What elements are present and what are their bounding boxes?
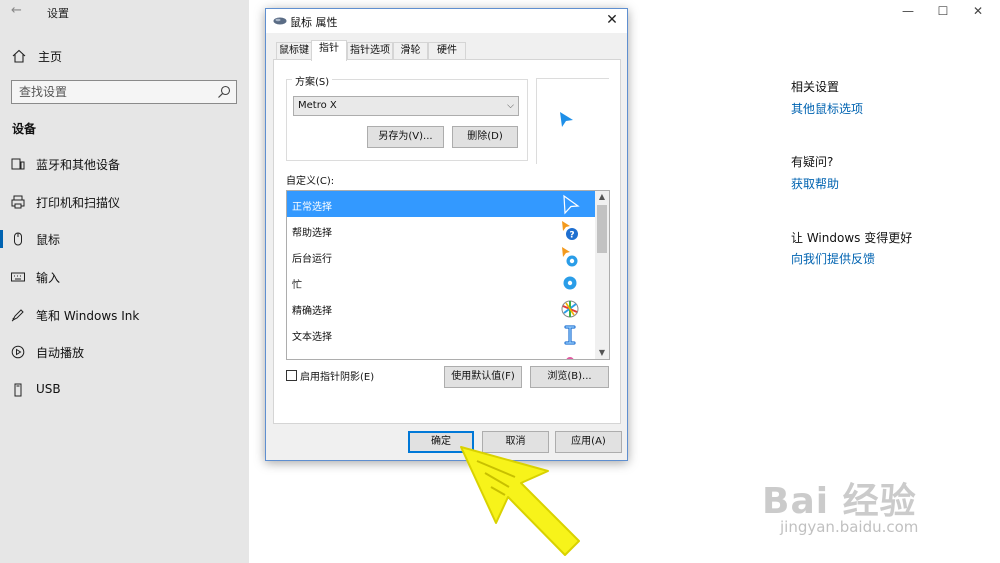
sidebar-item-label: 打印机和扫描仪 <box>36 196 121 210</box>
save-as-button[interactable]: 另存为(V)... <box>367 126 444 148</box>
cursor-name: 正常选择 <box>292 202 332 213</box>
watermark-logo: Bai 经验 <box>762 481 917 522</box>
pointers-tab-panel: 方案(S) Metro X ⌵ 另存为(V)... 删除(D) 自定义(C): … <box>273 59 621 424</box>
sidebar-item-label: 笔和 Windows Ink <box>36 309 140 323</box>
app-title: 设置 <box>47 7 69 20</box>
sidebar-item-label: 鼠标 <box>36 233 61 247</box>
scheme-group <box>286 79 528 161</box>
scheme-label: 方案(S) <box>292 73 333 88</box>
cursor-name: 精确选择 <box>292 306 332 317</box>
list-item[interactable]: 精确选择 <box>287 295 595 321</box>
sidebar-item-label: 自动播放 <box>36 346 85 360</box>
baidu-watermark: Bai 经验 jingyan.baidu.com <box>762 458 962 538</box>
dialog-titlebar[interactable]: 鼠标 属性 ✕ <box>266 9 627 33</box>
help-heading: 有疑问? <box>791 155 834 169</box>
usb-icon <box>14 383 22 397</box>
text-cursor-icon <box>564 325 576 345</box>
mouse-icon <box>14 232 22 246</box>
feedback-heading: 让 Windows 变得更好 <box>791 231 913 245</box>
sidebar-item-label: USB <box>36 382 61 396</box>
back-arrow-icon[interactable]: ← <box>11 3 22 18</box>
pen-icon <box>11 309 24 322</box>
delete-button[interactable]: 删除(D) <box>452 126 518 148</box>
section-title: 设备 <box>12 122 37 136</box>
sidebar-item-label: 输入 <box>36 271 61 285</box>
busy-cursor-icon <box>563 276 577 290</box>
handwriting-cursor-icon <box>566 357 574 359</box>
search-input[interactable] <box>12 81 212 103</box>
home-icon <box>12 49 26 63</box>
related-settings-heading: 相关设置 <box>791 80 840 94</box>
precision-cursor-icon <box>561 300 579 318</box>
list-item[interactable]: 帮助选择 ? <box>287 217 595 243</box>
checkbox-box[interactable] <box>286 370 297 381</box>
customize-label: 自定义(C): <box>286 176 335 187</box>
scroll-down-icon[interactable]: ▼ <box>595 347 609 359</box>
settings-titlebar: ← 设置 <box>0 0 249 24</box>
cursor-name: 文本选择 <box>292 332 332 343</box>
watermark-url: jingyan.baidu.com <box>780 518 919 536</box>
search-icon[interactable] <box>217 85 231 99</box>
list-item[interactable]: 正常选择 <box>287 191 595 217</box>
list-item[interactable]: 文本选择 <box>287 321 595 347</box>
cursor-name: 忙 <box>292 280 302 291</box>
scroll-up-icon[interactable]: ▲ <box>595 191 609 203</box>
sidebar-item-input[interactable]: 输入 <box>0 263 249 291</box>
annotation-arrow-icon <box>460 446 580 556</box>
cursor-preview <box>536 78 609 164</box>
scheme-dropdown[interactable]: Metro X ⌵ <box>293 96 519 116</box>
svg-text:?: ? <box>569 231 574 241</box>
use-default-button[interactable]: 使用默认值(F) <box>444 366 522 388</box>
mouse-properties-dialog: 鼠标 属性 ✕ 鼠标键 指针 指针选项 滑轮 硬件 方案(S) Metro X … <box>265 8 628 461</box>
list-item[interactable]: 后台运行 <box>287 243 595 269</box>
give-feedback-link[interactable]: 向我们提供反馈 <box>791 250 875 267</box>
checkbox-label: 启用指针阴影(E) <box>300 372 375 383</box>
chevron-down-icon: ⌵ <box>507 101 514 111</box>
tab-pointer-options[interactable]: 指针选项 <box>347 42 393 60</box>
dialog-close-button[interactable]: ✕ <box>603 11 621 29</box>
tab-hardware[interactable]: 硬件 <box>428 42 466 60</box>
maximize-button[interactable]: ☐ <box>928 3 958 19</box>
search-box[interactable] <box>11 80 237 104</box>
list-scrollbar[interactable]: ▲ ▼ <box>595 191 609 359</box>
help-cursor-icon: ? <box>562 221 578 241</box>
minimize-button[interactable]: — <box>893 3 923 19</box>
printer-icon <box>11 195 25 209</box>
pointer-shadow-checkbox[interactable]: 启用指针阴影(E) <box>286 368 374 383</box>
scroll-thumb[interactable] <box>597 205 607 253</box>
sidebar-item-label: 蓝牙和其他设备 <box>36 158 121 172</box>
bluetooth-devices-icon <box>11 158 25 170</box>
additional-mouse-options-link[interactable]: 其他鼠标选项 <box>791 100 863 117</box>
browse-button[interactable]: 浏览(B)... <box>530 366 609 388</box>
dialog-title: 鼠标 属性 <box>290 16 338 29</box>
tab-buttons[interactable]: 鼠标键 <box>276 42 312 60</box>
cursor-name: 后台运行 <box>292 254 332 265</box>
tab-pointers[interactable]: 指针 <box>311 40 347 61</box>
autoplay-icon <box>11 345 25 359</box>
settings-sidebar: ← 设置 主页 设备 蓝牙和其他设备 打印机和扫描仪 <box>0 0 249 563</box>
cursor-list[interactable]: 正常选择 帮助选择 ? 后台运行 忙 精确选择 文本选择 ▲ ▼ <box>286 190 610 360</box>
mouse-app-icon <box>273 17 287 25</box>
sidebar-item-mouse[interactable]: 鼠标 <box>0 225 249 253</box>
list-item <box>287 347 595 359</box>
home-link[interactable]: 主页 <box>12 46 62 66</box>
cursor-name: 帮助选择 <box>292 228 332 239</box>
working-in-background-cursor-icon <box>562 247 578 267</box>
sidebar-item-usb[interactable]: USB <box>0 376 249 404</box>
sidebar-item-autoplay[interactable]: 自动播放 <box>0 338 249 366</box>
close-window-button[interactable]: ✕ <box>963 3 993 19</box>
sidebar-item-bluetooth[interactable]: 蓝牙和其他设备 <box>0 150 249 178</box>
list-item[interactable]: 忙 <box>287 269 595 295</box>
sidebar-item-pen[interactable]: 笔和 Windows Ink <box>0 301 249 329</box>
arrow-cursor-preview-icon <box>560 112 573 127</box>
arrow-cursor-icon <box>563 194 580 215</box>
home-label: 主页 <box>38 49 63 64</box>
sidebar-item-printers[interactable]: 打印机和扫描仪 <box>0 188 249 216</box>
keyboard-icon <box>11 272 25 282</box>
tab-wheel[interactable]: 滑轮 <box>393 42 428 60</box>
scheme-value: Metro X <box>298 100 337 111</box>
get-help-link[interactable]: 获取帮助 <box>791 175 839 192</box>
